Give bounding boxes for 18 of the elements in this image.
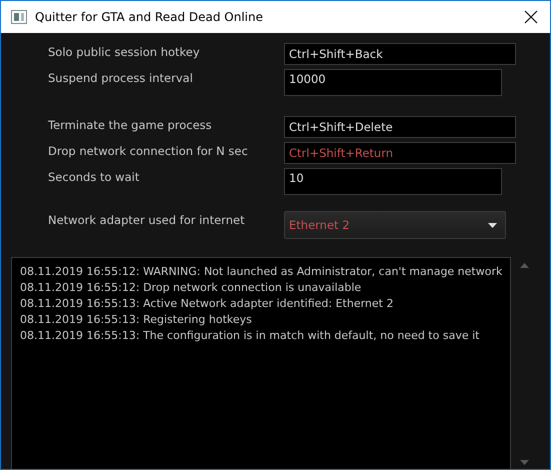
setting-label: Network adapter used for internet — [48, 212, 246, 227]
input-field[interactable]: Ctrl+Shift+Delete — [284, 116, 516, 138]
input-field[interactable]: Ctrl+Shift+Return — [284, 142, 516, 164]
input-field[interactable]: 10000 — [284, 69, 502, 96]
log-line: 08.11.2019 16:55:13: Registering hotkeys — [20, 312, 253, 328]
setting-label: Terminate the game process — [48, 117, 213, 132]
adapter-dropdown[interactable]: Ethernet 2 — [284, 211, 506, 239]
setting-label: Solo public session hotkey — [48, 44, 201, 59]
setting-label: Seconds to wait — [48, 169, 140, 184]
input-field[interactable]: 10 — [284, 168, 502, 195]
input-field[interactable]: Ctrl+Shift+Back — [284, 43, 516, 65]
log-line: 08.11.2019 16:55:12: Drop network connection is unavailable — [20, 280, 362, 296]
log-line: 08.11.2019 16:55:12: WARNING: Not launched as Administrator, can't manage network — [20, 264, 502, 280]
window-title: Quitter for GTA and Read Dead Online — [35, 10, 264, 24]
setting-label: Drop network connection for N sec — [48, 143, 249, 158]
log-line: 08.11.2019 16:55:13: The configuration is in match with default, no need to save it — [20, 328, 480, 344]
log-line: 08.11.2019 16:55:13: Active Network adapter identified: Ethernet 2 — [20, 296, 394, 312]
setting-label: Suspend process interval — [48, 70, 194, 85]
